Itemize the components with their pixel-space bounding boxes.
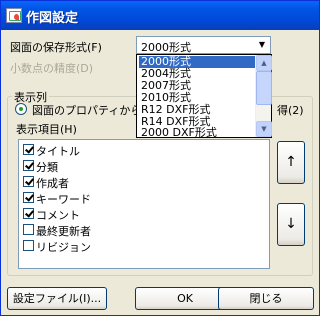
move-up-button[interactable]: ↑ (277, 141, 305, 184)
save-format-value: 2000形式 (141, 41, 191, 54)
chevron-down-icon[interactable]: ▼ (255, 38, 269, 52)
save-format-dropdown[interactable]: 2000形式 2004形式 2007形式 2010形式 R12 DXF形式 R1… (136, 54, 272, 139)
dropdown-option[interactable]: 2000 DXF形式 (139, 127, 257, 139)
save-format-label: 図面の保存形式(F) (10, 41, 102, 54)
property-radio-label[interactable]: 図面のプロパティから取 (32, 102, 152, 118)
property-radio[interactable] (15, 103, 27, 115)
item-checkbox[interactable] (23, 176, 34, 187)
close-button[interactable]: 閉じる (218, 287, 314, 310)
item-checkbox[interactable] (23, 240, 34, 251)
dropdown-scrollbar[interactable]: ▲ ▼ (255, 55, 272, 137)
settings-file-button[interactable]: 設定ファイル(I)... (7, 287, 107, 310)
scroll-down-icon[interactable]: ▼ (256, 121, 272, 137)
move-down-button[interactable]: ↓ (277, 203, 305, 246)
property-radio-label-tail: 得(2) (277, 104, 304, 117)
title-bar[interactable]: 作図設定 (1, 1, 319, 30)
scroll-up-icon[interactable]: ▲ (256, 55, 272, 71)
precision-label: 小数点の精度(D) (10, 62, 94, 75)
item-checkbox[interactable] (23, 208, 34, 219)
item-checkbox[interactable] (23, 192, 34, 203)
display-items-list[interactable]: タイトル 分類 作成者 キーワード コメント 最終更新者 リビジョン (18, 139, 270, 269)
save-format-select[interactable]: 2000形式 ▼ (136, 36, 271, 54)
display-items-label: 表示項目(H) (16, 123, 77, 136)
app-icon (6, 8, 22, 23)
window-title: 作図設定 (26, 11, 79, 26)
settings-dialog: 作図設定 図面の保存形式(F) 2000形式 ▼ 小数点の精度(D) 表示列 図… (0, 0, 320, 316)
item-checkbox[interactable] (23, 144, 34, 155)
scroll-thumb[interactable] (256, 71, 272, 105)
item-checkbox[interactable] (23, 160, 34, 171)
item-checkbox[interactable] (23, 224, 34, 235)
